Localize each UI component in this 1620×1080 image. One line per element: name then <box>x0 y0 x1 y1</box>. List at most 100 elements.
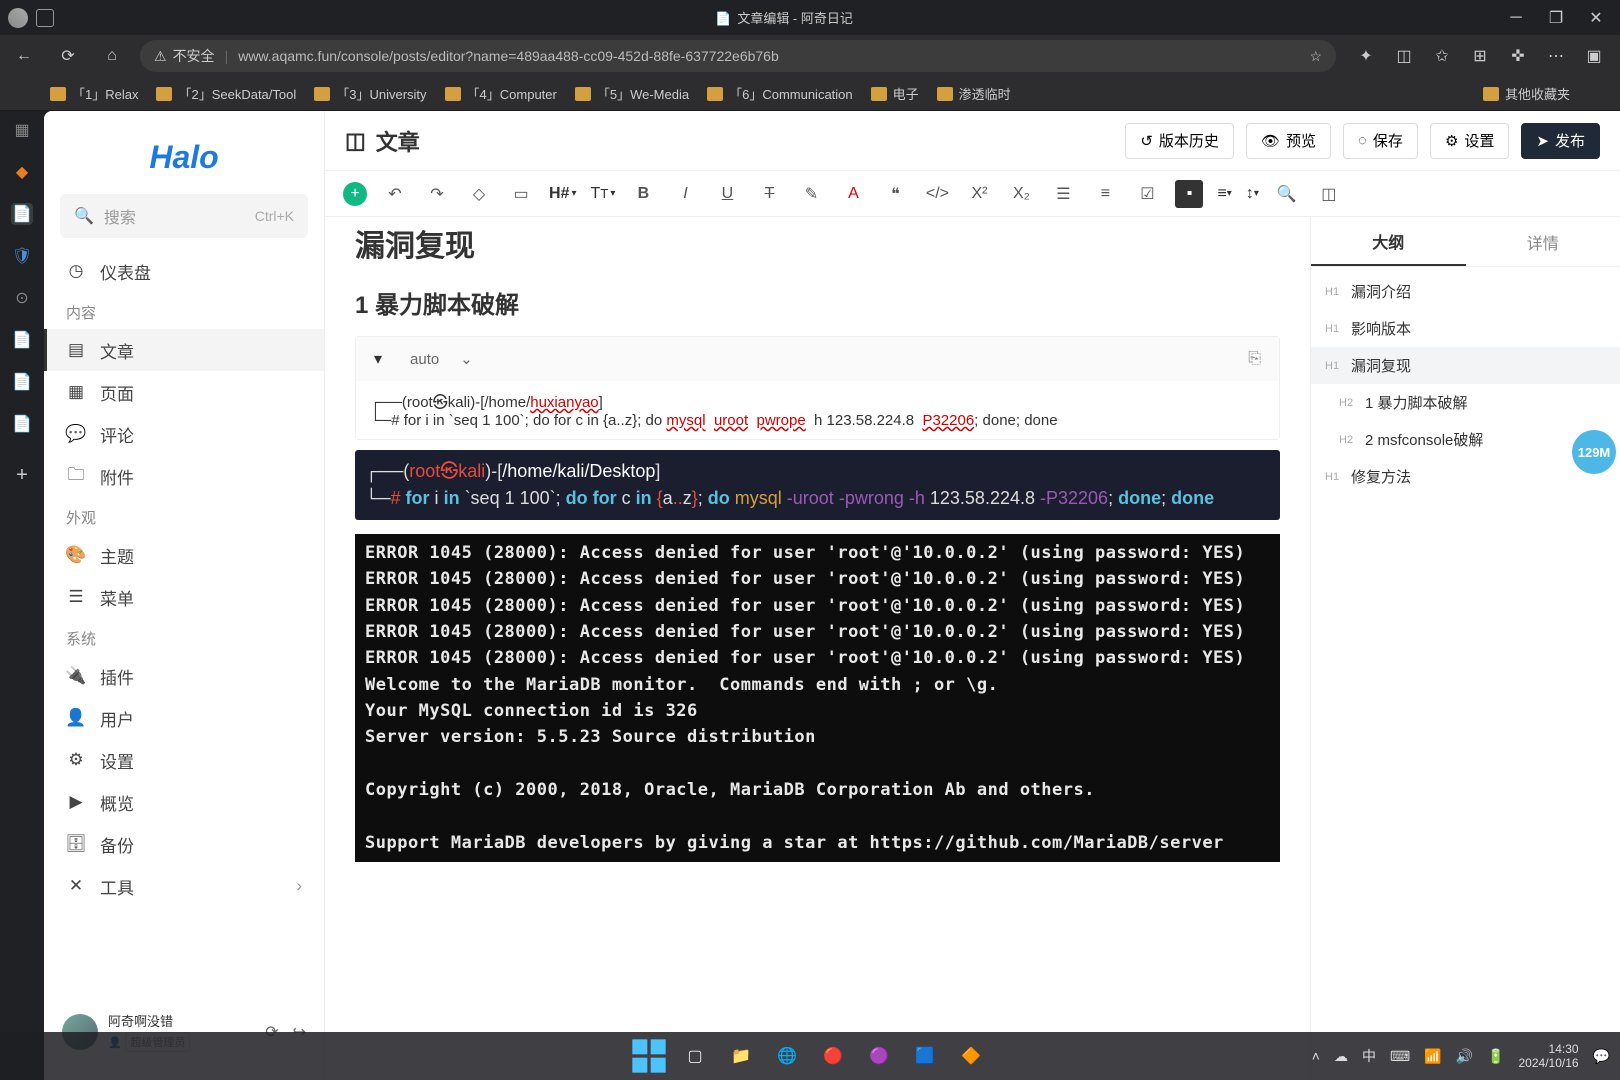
superscript-button[interactable]: X² <box>965 180 993 208</box>
tray-volume[interactable]: 🔊 <box>1456 1048 1473 1065</box>
copy-icon[interactable]: ⎘ <box>1248 350 1261 368</box>
bookmark-folder[interactable]: 「3」University <box>314 84 426 103</box>
nav-comments[interactable]: 💬评论 <box>44 413 324 455</box>
explorer-icon[interactable]: 📁 <box>721 1036 761 1076</box>
start-button[interactable] <box>629 1036 669 1076</box>
bookmark-folder[interactable]: 「4」Computer <box>445 84 557 103</box>
subscript-button[interactable]: X₂ <box>1007 180 1035 208</box>
settings-button[interactable]: ⚙设置 <box>1430 123 1509 159</box>
edge-icon[interactable]: 🌐 <box>767 1036 807 1076</box>
search-input[interactable]: 🔍 搜索 Ctrl+K <box>60 194 308 238</box>
layout-button[interactable]: ◫ <box>1315 180 1343 208</box>
bullet-list-button[interactable]: ☰ <box>1049 180 1077 208</box>
paragraph-button[interactable]: ▭ <box>507 180 535 208</box>
outline-item[interactable]: H1修复方法 <box>1311 458 1620 495</box>
bookmark-folder[interactable]: 「1」Relax <box>50 84 138 103</box>
refresh-button[interactable]: ⟳ <box>52 40 84 72</box>
nav-tools[interactable]: ✕工具› <box>44 865 324 907</box>
bookmark-folder[interactable]: 渗透临时 <box>937 84 1011 103</box>
more-icon[interactable]: ⋯ <box>1546 46 1566 66</box>
undo-button[interactable]: ↶ <box>381 180 409 208</box>
chrome-icon[interactable]: 🔴 <box>813 1036 853 1076</box>
nav-dashboard[interactable]: ◷仪表盘 <box>44 250 324 292</box>
tray-chevron[interactable]: ˄ <box>1312 1048 1320 1064</box>
tab-outline[interactable]: 大纲 <box>1311 217 1466 266</box>
code-lang-select[interactable]: auto ⌄ <box>410 350 473 368</box>
redo-button[interactable]: ↷ <box>423 180 451 208</box>
quote-button[interactable]: ❝ <box>881 180 909 208</box>
publish-button[interactable]: ➤发布 <box>1521 123 1600 159</box>
outline-item[interactable]: H21 暴力脚本破解 <box>1311 384 1620 421</box>
italic-button[interactable]: I <box>671 180 699 208</box>
new-tab-button[interactable]: + <box>10 463 34 487</box>
favorites-icon[interactable]: ✩ <box>1432 46 1452 66</box>
tray-onedrive[interactable]: ☁ <box>1334 1048 1348 1065</box>
collapse-icon[interactable]: ▾ <box>374 349 382 369</box>
codeblock-button[interactable]: ▪ <box>1175 180 1203 208</box>
align-button[interactable]: ≡ ▾ <box>1217 185 1231 203</box>
puzzle-icon[interactable]: ✜ <box>1508 46 1528 66</box>
bold-button[interactable]: B <box>629 180 657 208</box>
clock[interactable]: 14:30 2024/10/16 <box>1519 1042 1579 1071</box>
rail-tab-7[interactable]: 📄 <box>11 413 33 435</box>
nav-posts[interactable]: ▤文章 <box>44 329 324 371</box>
ime-indicator[interactable]: 中 <box>1362 1046 1376 1066</box>
editor-body[interactable]: 漏洞复现 1 暴力脚本破解 ▾ auto ⌄ ⎘ ┌──(root㉿kali)-… <box>325 217 1310 1080</box>
rail-tab-1[interactable]: ▦ <box>11 119 33 141</box>
lineheight-button[interactable]: ↕ ▾ <box>1246 185 1259 203</box>
insert-button[interactable]: + <box>343 182 367 206</box>
nav-menus[interactable]: ☰菜单 <box>44 576 324 618</box>
nav-plugins[interactable]: 🔌插件 <box>44 655 324 697</box>
bookmark-folder[interactable]: 「6」Communication <box>707 84 853 103</box>
sidebar-toggle-icon[interactable]: ▣ <box>1584 46 1604 66</box>
outline-item[interactable]: H1漏洞介绍 <box>1311 273 1620 310</box>
app-icon-2[interactable]: 🔶 <box>951 1036 991 1076</box>
rail-tab-4[interactable]: ⊙ <box>11 287 33 309</box>
memory-badge[interactable]: 129M <box>1572 430 1616 474</box>
rail-tab-active[interactable]: 📄 <box>11 203 33 225</box>
close-button[interactable]: ✕ <box>1588 10 1604 26</box>
notifications-icon[interactable]: 💬 <box>1593 1048 1610 1065</box>
home-button[interactable]: ⌂ <box>96 40 128 72</box>
other-bookmarks[interactable]: 其他收藏夹 <box>1483 84 1570 103</box>
rail-tab-5[interactable]: 📄 <box>11 329 33 351</box>
outline-item[interactable]: H1漏洞复现 <box>1311 347 1620 384</box>
taskview-button[interactable]: ▢ <box>675 1036 715 1076</box>
history-button[interactable]: ↺版本历史 <box>1125 123 1234 159</box>
highlight-button[interactable]: ✎ <box>797 180 825 208</box>
nav-settings[interactable]: ⚙设置 <box>44 739 324 781</box>
heading-button[interactable]: H# ▾ <box>549 185 576 203</box>
maximize-button[interactable]: ❐ <box>1548 10 1564 26</box>
bookmark-folder[interactable]: 「5」We-Media <box>575 84 689 103</box>
ordered-list-button[interactable]: ≡ <box>1091 180 1119 208</box>
tab-detail[interactable]: 详情 <box>1466 217 1620 266</box>
code-button[interactable]: </> <box>923 180 951 208</box>
nav-attachments[interactable]: 🗀附件 <box>44 455 324 497</box>
profile-avatar[interactable] <box>8 8 28 28</box>
collections-icon[interactable]: ⊞ <box>1470 46 1490 66</box>
nav-pages[interactable]: ▦页面 <box>44 371 324 413</box>
minimize-button[interactable]: ─ <box>1508 10 1524 26</box>
find-button[interactable]: 🔍 <box>1273 180 1301 208</box>
bookmark-folder[interactable]: 电子 <box>871 84 919 103</box>
nav-overview[interactable]: ▶概览 <box>44 781 324 823</box>
nav-themes[interactable]: 🎨主题 <box>44 534 324 576</box>
rail-tab-2[interactable]: ◆ <box>11 161 33 183</box>
sidebar-toggle-icon[interactable]: ◫ <box>345 128 366 154</box>
outline-item[interactable]: H1影响版本 <box>1311 310 1620 347</box>
heading-1[interactable]: 漏洞复现 <box>355 221 1280 265</box>
bookmark-folder[interactable]: 「2」SeekData/Tool <box>156 84 296 103</box>
heading-2[interactable]: 1 暴力脚本破解 <box>355 285 1280 320</box>
tray-keyboard[interactable]: ⌨ <box>1390 1048 1410 1065</box>
clear-format-button[interactable]: ◇ <box>465 180 493 208</box>
tray-battery[interactable]: 🔋 <box>1487 1048 1504 1065</box>
back-button[interactable]: ← <box>8 40 40 72</box>
nav-backup[interactable]: 🗄备份 <box>44 823 324 865</box>
url-input[interactable]: ⚠ 不安全 | www.aqamc.fun/console/posts/edit… <box>140 40 1336 72</box>
favorite-icon[interactable]: ☆ <box>1309 48 1322 65</box>
word-icon[interactable]: 🟦 <box>905 1036 945 1076</box>
font-size-button[interactable]: TT ▾ <box>590 185 615 203</box>
task-list-button[interactable]: ☑ <box>1133 180 1161 208</box>
underline-button[interactable]: U <box>713 180 741 208</box>
preview-button[interactable]: 👁预览 <box>1246 123 1331 159</box>
